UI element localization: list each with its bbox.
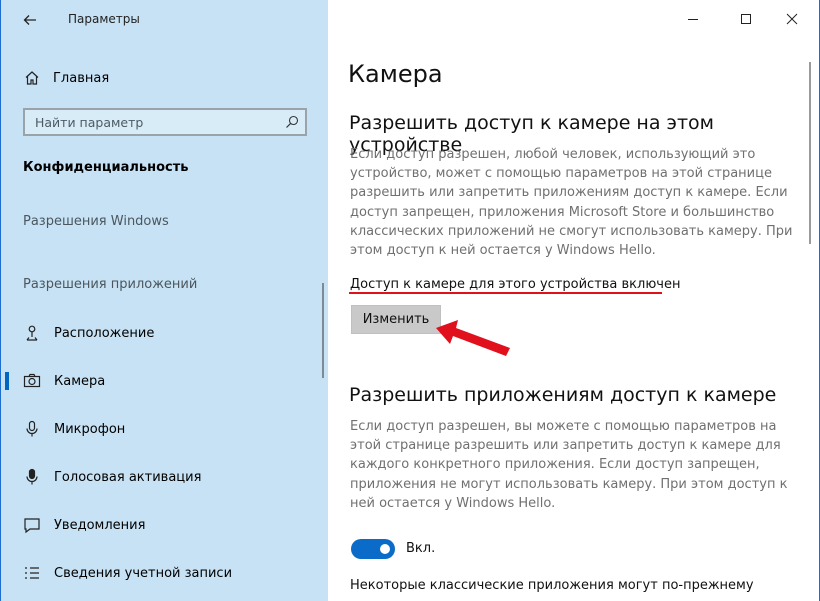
sidebar-item-voice-activation[interactable]: Голосовая активация — [1, 457, 328, 497]
sidebar: Параметры Главная Найти параметр Конфиде… — [1, 0, 328, 601]
sidebar-item-notifications[interactable]: Уведомления — [1, 505, 328, 545]
sidebar-item-label: Микрофон — [54, 421, 126, 437]
sidebar-item-label: Расположение — [54, 325, 155, 341]
annotation-arrow-icon — [436, 320, 510, 356]
sidebar-item-microphone[interactable]: Микрофон — [1, 409, 328, 449]
microphone-icon — [26, 420, 38, 437]
home-label: Главная — [53, 70, 110, 86]
section2-description: Если доступ разрешен, вы можете с помощь… — [350, 419, 788, 511]
page-title: Камера — [348, 60, 443, 88]
annotation-underline — [349, 292, 662, 294]
classic-apps-note: Некоторые классические приложения могут … — [350, 578, 754, 593]
search-icon[interactable] — [284, 114, 300, 130]
content-scrollbar[interactable] — [809, 62, 811, 244]
section-title: Конфиденциальность — [23, 160, 189, 175]
sidebar-item-account-info[interactable]: Сведения учетной записи — [1, 553, 328, 593]
section2-heading: Разрешить приложениям доступ к камере — [349, 384, 777, 406]
voice-activation-icon — [26, 468, 38, 485]
minimize-icon — [688, 19, 698, 20]
close-icon — [786, 13, 798, 25]
search-input[interactable]: Найти параметр — [23, 108, 307, 136]
back-arrow-icon — [23, 15, 36, 25]
close-button[interactable] — [777, 6, 807, 32]
location-icon — [26, 325, 38, 341]
titlebar: Параметры — [1, 0, 328, 40]
section1-description: Если доступ разрешен, любой человек, исп… — [350, 147, 793, 259]
group-label-windows: Разрешения Windows — [23, 214, 169, 229]
camera-icon — [23, 373, 41, 388]
sidebar-item-label: Уведомления — [54, 517, 146, 533]
sidebar-scrollbar[interactable] — [322, 283, 324, 378]
content-pane: Камера Разрешить доступ к камере на этом… — [328, 0, 819, 601]
group-label-apps: Разрешения приложений — [23, 277, 198, 292]
home-nav-item[interactable]: Главная — [23, 66, 109, 90]
sidebar-item-label: Сведения учетной записи — [54, 565, 233, 581]
home-icon — [25, 71, 39, 85]
toggle-knob — [380, 544, 390, 554]
app-title: Параметры — [68, 12, 140, 26]
notifications-icon — [24, 518, 40, 534]
sidebar-item-location[interactable]: Расположение — [1, 313, 328, 353]
toggle-label: Вкл. — [406, 541, 436, 556]
maximize-icon — [741, 14, 751, 24]
minimize-button[interactable] — [678, 6, 708, 32]
account-info-icon — [25, 567, 39, 579]
settings-window: Параметры Главная Найти параметр Конфиде… — [0, 0, 820, 601]
search-placeholder: Найти параметр — [35, 115, 144, 130]
sidebar-item-label: Голосовая активация — [54, 469, 202, 485]
app-access-toggle[interactable] — [351, 539, 395, 559]
camera-access-status: Доступ к камере для этого устройства вкл… — [350, 277, 681, 292]
maximize-button[interactable] — [731, 6, 761, 32]
sidebar-item-label: Камера — [54, 373, 106, 389]
sidebar-item-camera[interactable]: Камера — [1, 361, 328, 401]
active-indicator — [5, 372, 9, 390]
back-button[interactable] — [15, 8, 45, 32]
